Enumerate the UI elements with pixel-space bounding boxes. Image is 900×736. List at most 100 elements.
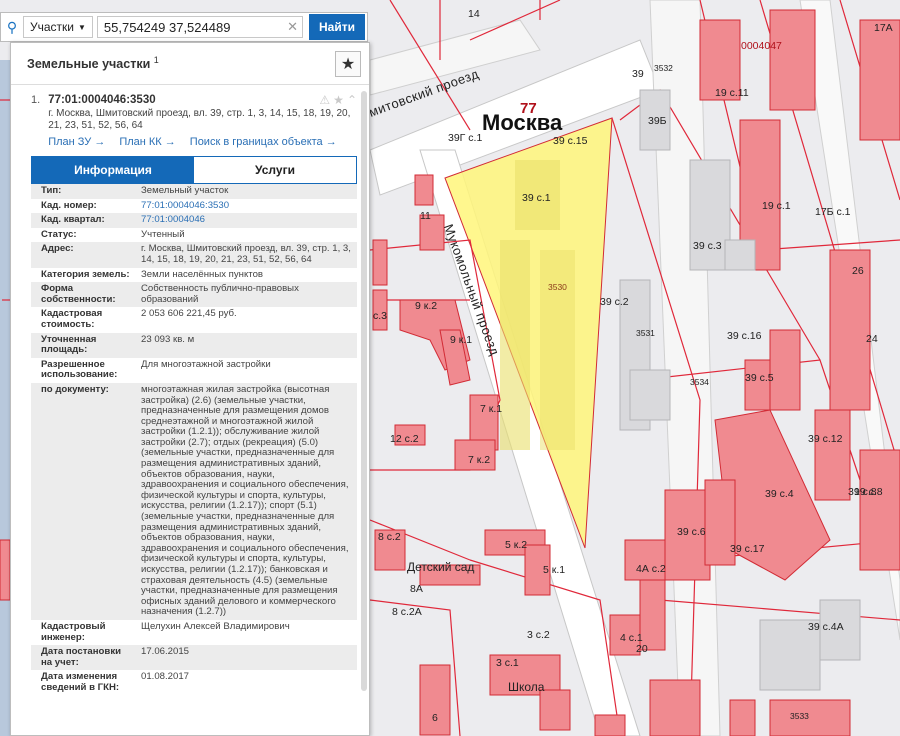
table-row: Дата постановки на учет: 17.06.2015 (31, 645, 357, 671)
info-label: Статус: (31, 227, 137, 243)
result-cadastral-id[interactable]: 77:01:0004046:3530 (48, 94, 155, 106)
results-panel: Земельные участки 1 ★ 1. 77:01:0004046:3… (10, 42, 370, 736)
info-value-cell: 17.06.2015 (137, 645, 357, 671)
map-label: 8 с.2 (378, 531, 401, 543)
info-value-cell: Щелухин Алексей Владимирович (137, 619, 357, 646)
map-label: 26 (852, 265, 864, 277)
search-button[interactable]: Найти (309, 14, 365, 40)
map-label: 39 с.5 (745, 372, 774, 384)
table-row: Кад. квартал: 77:01:0004046 (31, 213, 357, 228)
map-label: 39Б (648, 115, 667, 127)
map-label: с.3 (373, 310, 388, 322)
tabs: Информация Услуги (31, 156, 357, 184)
info-value-cell: 77:01:0004046 (137, 213, 357, 228)
table-row: Кадастровая стоимость: 2 053 606 221,45 р… (31, 307, 357, 333)
table-row: Статус: Учтенный (31, 227, 357, 243)
map-label: 3 с.2 (527, 629, 550, 641)
info-label: по документу: (31, 382, 137, 620)
search-icon[interactable]: ⚲ (1, 13, 23, 41)
info-label: Кадастровый инженер: (31, 619, 137, 646)
map-label: 17А (874, 22, 893, 34)
favorite-button[interactable]: ★ (335, 50, 361, 77)
map-label: 3533 (790, 711, 809, 721)
info-label: Разрешенное использование: (31, 357, 137, 383)
parcel-number-label: 3530 (548, 282, 567, 292)
map-label: 3531 (636, 328, 655, 338)
chevron-up-icon[interactable]: ⌃ (347, 93, 357, 107)
info-label: Тип: (31, 184, 137, 199)
table-row: Разрешенное использование: Для многоэтажн… (31, 357, 357, 383)
search-type-dropdown[interactable]: Участки ▼ (23, 16, 93, 38)
star-icon[interactable]: ★ (333, 93, 344, 107)
map-label: 39 с.4 (765, 488, 794, 500)
search-in-bounds-link[interactable]: Поиск в границах объекта → (190, 136, 337, 148)
close-icon[interactable]: ✕ (287, 19, 298, 35)
info-value-link[interactable]: 77:01:0004046:3530 (141, 200, 229, 211)
map-label: 6 (432, 712, 438, 724)
table-row: Адрес: г. Москва, Шмитовский проезд, вл. … (31, 242, 357, 268)
map-label: 39 с.15 (553, 135, 588, 147)
search-bar: ⚲ Участки ▼ ✕ Найти (0, 12, 368, 42)
map-label: Школа (508, 680, 545, 694)
map-label: 8А (410, 583, 423, 595)
info-label: Кад. номер: (31, 198, 137, 214)
result-address: г. Москва, Шмитовский проезд, вл. 39, ст… (48, 108, 351, 131)
info-value-cell: 01.08.2017 (137, 670, 357, 696)
map-label: 39 с.4А (808, 621, 844, 633)
panel-header: Земельные участки 1 ★ (11, 43, 369, 85)
scrollbar[interactable] (361, 91, 367, 691)
info-value-cell: Учтенный (137, 227, 357, 243)
map-label: 17Б с.1 (815, 206, 851, 218)
info-value-link[interactable]: 77:01:0004046 (141, 214, 205, 225)
info-table: Тип: Земельный участок Кад. номер: 77:01:00… (31, 184, 357, 696)
plan-zu-link[interactable]: План ЗУ → (48, 136, 105, 148)
map-label: 19 с.11 (715, 87, 749, 99)
search-input[interactable] (96, 16, 304, 38)
table-row: Дата изменения сведений в ГКН: 01.08.2017 (31, 670, 357, 696)
map-label: 39 (632, 68, 644, 80)
map-label: 3534 (690, 377, 709, 387)
table-row: Тип: Земельный участок (31, 184, 357, 199)
map-label: 39 с.12 (808, 433, 843, 445)
tab-info[interactable]: Информация (32, 157, 194, 183)
table-row: Кад. номер: 77:01:0004046:3530 (31, 198, 357, 214)
map-label: 12 с.2 (390, 433, 419, 445)
panel-title-count: 1 (153, 55, 159, 66)
map-label: 0004047 (741, 40, 782, 52)
info-value-cell: 2 053 606 221,45 руб. (137, 307, 357, 333)
map-label: 19 с.8 (854, 486, 883, 498)
warning-icon[interactable]: ⚠ (319, 93, 330, 107)
info-value-cell: Земли населённых пунктов (137, 267, 357, 283)
info-label: Кад. квартал: (31, 213, 137, 228)
info-label: Категория земель: (31, 267, 137, 283)
info-label: Кадастровая стоимость: (31, 307, 137, 333)
info-label: Уточненная площадь: (31, 332, 137, 358)
info-label: Адрес: (31, 242, 137, 268)
table-row: Категория земель: Земли населённых пункто… (31, 267, 357, 283)
info-value-cell: многоэтажная жилая застройка (высотная з… (137, 382, 357, 620)
map-label: 7 к.1 (480, 403, 503, 415)
map-label: 4А с.2 (636, 563, 666, 575)
result-icons: ⚠ ★ ⌃ (319, 93, 357, 107)
panel-title-text: Земельные участки (27, 57, 151, 72)
table-row: по документу: многоэтажная жилая застройк… (31, 382, 357, 620)
chevron-down-icon: ▼ (78, 22, 86, 32)
map-label: 39Г с.1 (448, 132, 483, 144)
result-main: 77:01:0004046:3530 ⚠ ★ ⌃ г. Москва, Шмит… (48, 93, 357, 148)
result-item[interactable]: 1. 77:01:0004046:3530 ⚠ ★ ⌃ г. Москва, Ш… (31, 93, 357, 148)
table-row: Кадастровый инженер: Щелухин Алексей Влад… (31, 619, 357, 646)
map-label: 9 к.2 (415, 300, 438, 312)
map-label: 3 с.1 (496, 657, 519, 669)
panel-body[interactable]: 1. 77:01:0004046:3530 ⚠ ★ ⌃ г. Москва, Ш… (11, 85, 369, 735)
info-value-cell: 77:01:0004046:3530 (137, 198, 357, 214)
info-value-cell: г. Москва, Шмитовский проезд, вл. 39, ст… (137, 242, 357, 268)
result-id-row: 77:01:0004046:3530 ⚠ ★ ⌃ (48, 93, 357, 107)
tab-services[interactable]: Услуги (194, 157, 356, 183)
map-label: 20 (636, 643, 648, 655)
map-label: 19 с.1 (762, 200, 791, 212)
info-value-cell: Земельный участок (137, 184, 357, 199)
info-value-cell: Для многоэтажной застройки (137, 357, 357, 383)
info-value-cell: 23 093 кв. м (137, 332, 357, 358)
map-label: 39 с.17 (730, 543, 765, 555)
plan-kk-link[interactable]: План КК → (119, 136, 175, 148)
